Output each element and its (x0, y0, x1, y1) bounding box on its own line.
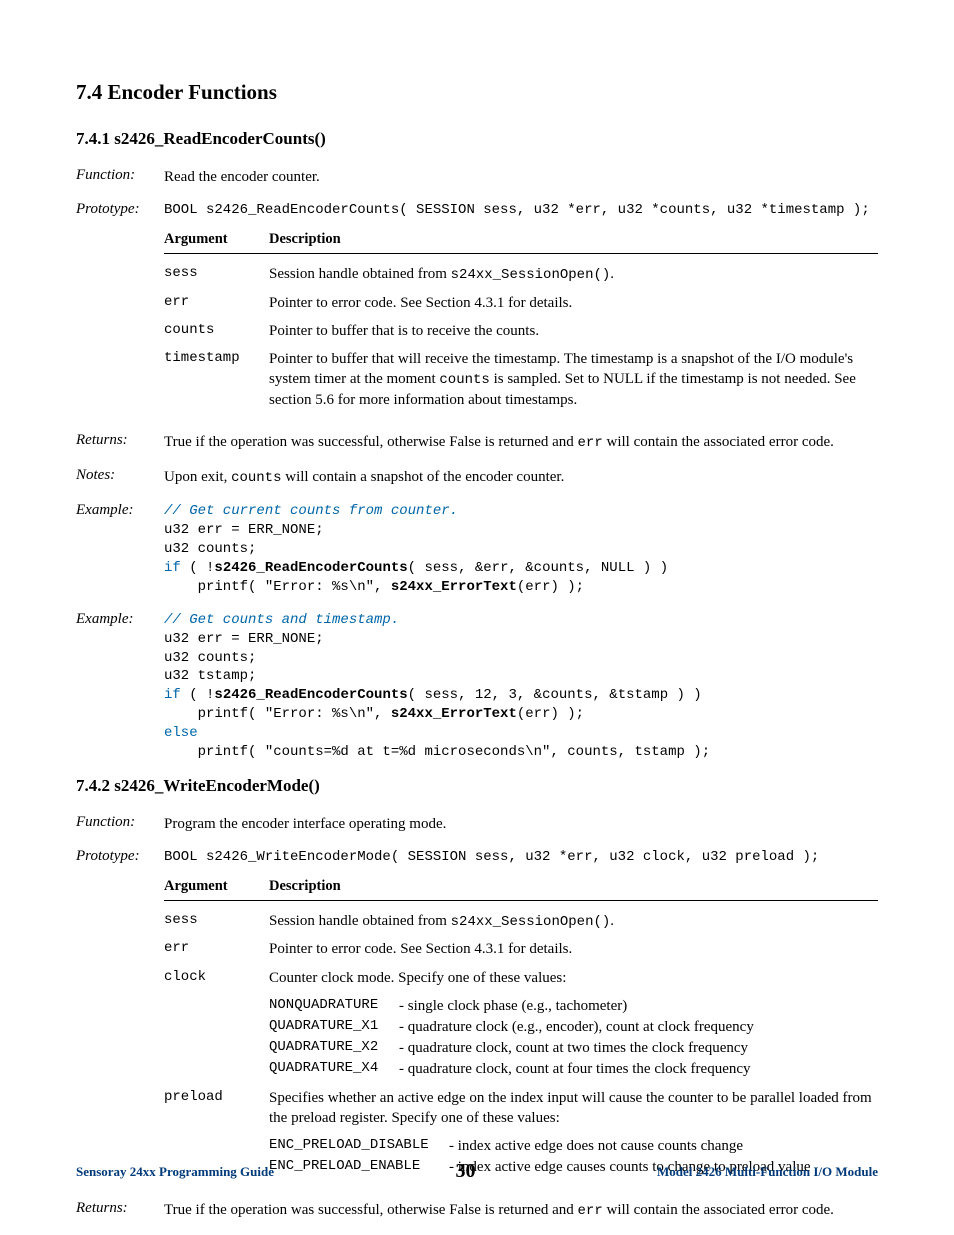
clock-opt-3: QUADRATURE_X2- quadrature clock, count a… (269, 1038, 878, 1059)
row-returns-1: Returns: True if the operation was succe… (76, 432, 878, 453)
label-notes-1: Notes: (76, 467, 164, 484)
arg-desc-err-2: Pointer to error code. See Section 4.3.1… (269, 939, 878, 959)
row-example-2: Example: // Get counts and timestamp. u3… (76, 611, 878, 762)
arg-header-1: Argument Description (164, 230, 878, 254)
clock-opt-1: NONQUADRATURE- single clock phase (e.g.,… (269, 996, 878, 1017)
footer-left: Sensoray 24xx Programming Guide (76, 1164, 274, 1180)
arg-name-ts-1: timestamp (164, 349, 269, 410)
arg-header-desc: Description (269, 230, 878, 250)
text-function-1: Read the encoder counter. (164, 167, 878, 187)
arg-header-desc-2: Description (269, 877, 878, 897)
code-prototype-2: BOOL s2426_WriteEncoderMode( SESSION ses… (164, 848, 878, 867)
row-returns-2: Returns: True if the operation was succe… (76, 1200, 878, 1221)
body-prototype-2: BOOL s2426_WriteEncoderMode( SESSION ses… (164, 848, 878, 1182)
arg-table-1: Argument Description sess Session handle… (164, 230, 878, 414)
arg-name-clock-2: clock (164, 968, 269, 1080)
text-returns-1: True if the operation was successful, ot… (164, 432, 878, 453)
row-example-1: Example: // Get current counts from coun… (76, 502, 878, 596)
row-notes-1: Notes: Upon exit, counts will contain a … (76, 467, 878, 488)
arg-row-ts-1: timestamp Pointer to buffer that will re… (164, 345, 878, 414)
page-footer: Sensoray 24xx Programming Guide 30 Model… (76, 1160, 878, 1183)
label-returns-1: Returns: (76, 432, 164, 449)
arg-desc-ts-1: Pointer to buffer that will receive the … (269, 349, 878, 410)
arg-desc-sess-1: Session handle obtained from s24xx_Sessi… (269, 264, 878, 285)
arg-desc-counts-1: Pointer to buffer that is to receive the… (269, 321, 878, 341)
label-example-1a: Example: (76, 502, 164, 519)
label-prototype-1: Prototype: (76, 201, 164, 218)
arg-name-sess-2: sess (164, 911, 269, 932)
arg-desc-sess-2: Session handle obtained from s24xx_Sessi… (269, 911, 878, 932)
arg-name-sess-1: sess (164, 264, 269, 285)
row-function-1: Function: Read the encoder counter. (76, 167, 878, 187)
label-example-1b: Example: (76, 611, 164, 628)
row-function-2: Function: Program the encoder interface … (76, 814, 878, 834)
arg-name-counts-1: counts (164, 321, 269, 341)
body-prototype-1: BOOL s2426_ReadEncoderCounts( SESSION se… (164, 201, 878, 414)
arg-row-clock-2: clock Counter clock mode. Specify one of… (164, 964, 878, 1084)
label-function-1: Function: (76, 167, 164, 184)
text-notes-1: Upon exit, counts will contain a snapsho… (164, 467, 878, 488)
label-function-2: Function: (76, 814, 164, 831)
label-prototype-2: Prototype: (76, 848, 164, 865)
arg-header-2: Argument Description (164, 877, 878, 901)
arg-row-sess-2: sess Session handle obtained from s24xx_… (164, 907, 878, 936)
label-returns-2: Returns: (76, 1200, 164, 1217)
code-prototype-1: BOOL s2426_ReadEncoderCounts( SESSION se… (164, 201, 878, 220)
footer-right: Model 2426 Multi-Function I/O Module (657, 1164, 878, 1180)
clock-options: NONQUADRATURE- single clock phase (e.g.,… (269, 996, 878, 1080)
page-body: 7.4 Encoder Functions 7.4.1 s2426_ReadEn… (0, 0, 954, 1221)
code-example-1a: // Get current counts from counter. u32 … (164, 502, 878, 596)
clock-opt-4: QUADRATURE_X4- quadrature clock, count a… (269, 1059, 878, 1080)
arg-header-arg-2: Argument (164, 877, 269, 897)
arg-header-arg: Argument (164, 230, 269, 250)
text-returns-2: True if the operation was successful, ot… (164, 1200, 878, 1221)
arg-row-err-1: err Pointer to error code. See Section 4… (164, 289, 878, 317)
arg-name-err-2: err (164, 939, 269, 959)
heading-7-4: 7.4 Encoder Functions (76, 80, 878, 105)
preload-opt-1: ENC_PRELOAD_DISABLE- index active edge d… (269, 1136, 878, 1157)
heading-7-4-2: 7.4.2 s2426_WriteEncoderMode() (76, 776, 878, 796)
arg-name-err-1: err (164, 293, 269, 313)
arg-row-sess-1: sess Session handle obtained from s24xx_… (164, 260, 878, 289)
row-prototype-2: Prototype: BOOL s2426_WriteEncoderMode( … (76, 848, 878, 1182)
clock-opt-2: QUADRATURE_X1- quadrature clock (e.g., e… (269, 1017, 878, 1038)
arg-row-err-2: err Pointer to error code. See Section 4… (164, 935, 878, 963)
heading-7-4-1: 7.4.1 s2426_ReadEncoderCounts() (76, 129, 878, 149)
arg-desc-clock-2: Counter clock mode. Specify one of these… (269, 968, 878, 1080)
text-function-2: Program the encoder interface operating … (164, 814, 878, 834)
row-prototype-1: Prototype: BOOL s2426_ReadEncoderCounts(… (76, 201, 878, 414)
arg-desc-err-1: Pointer to error code. See Section 4.3.1… (269, 293, 878, 313)
arg-row-counts-1: counts Pointer to buffer that is to rece… (164, 317, 878, 345)
arg-table-2: Argument Description sess Session handle… (164, 877, 878, 1182)
code-example-1b: // Get counts and timestamp. u32 err = E… (164, 611, 878, 762)
page-number: 30 (456, 1160, 476, 1183)
